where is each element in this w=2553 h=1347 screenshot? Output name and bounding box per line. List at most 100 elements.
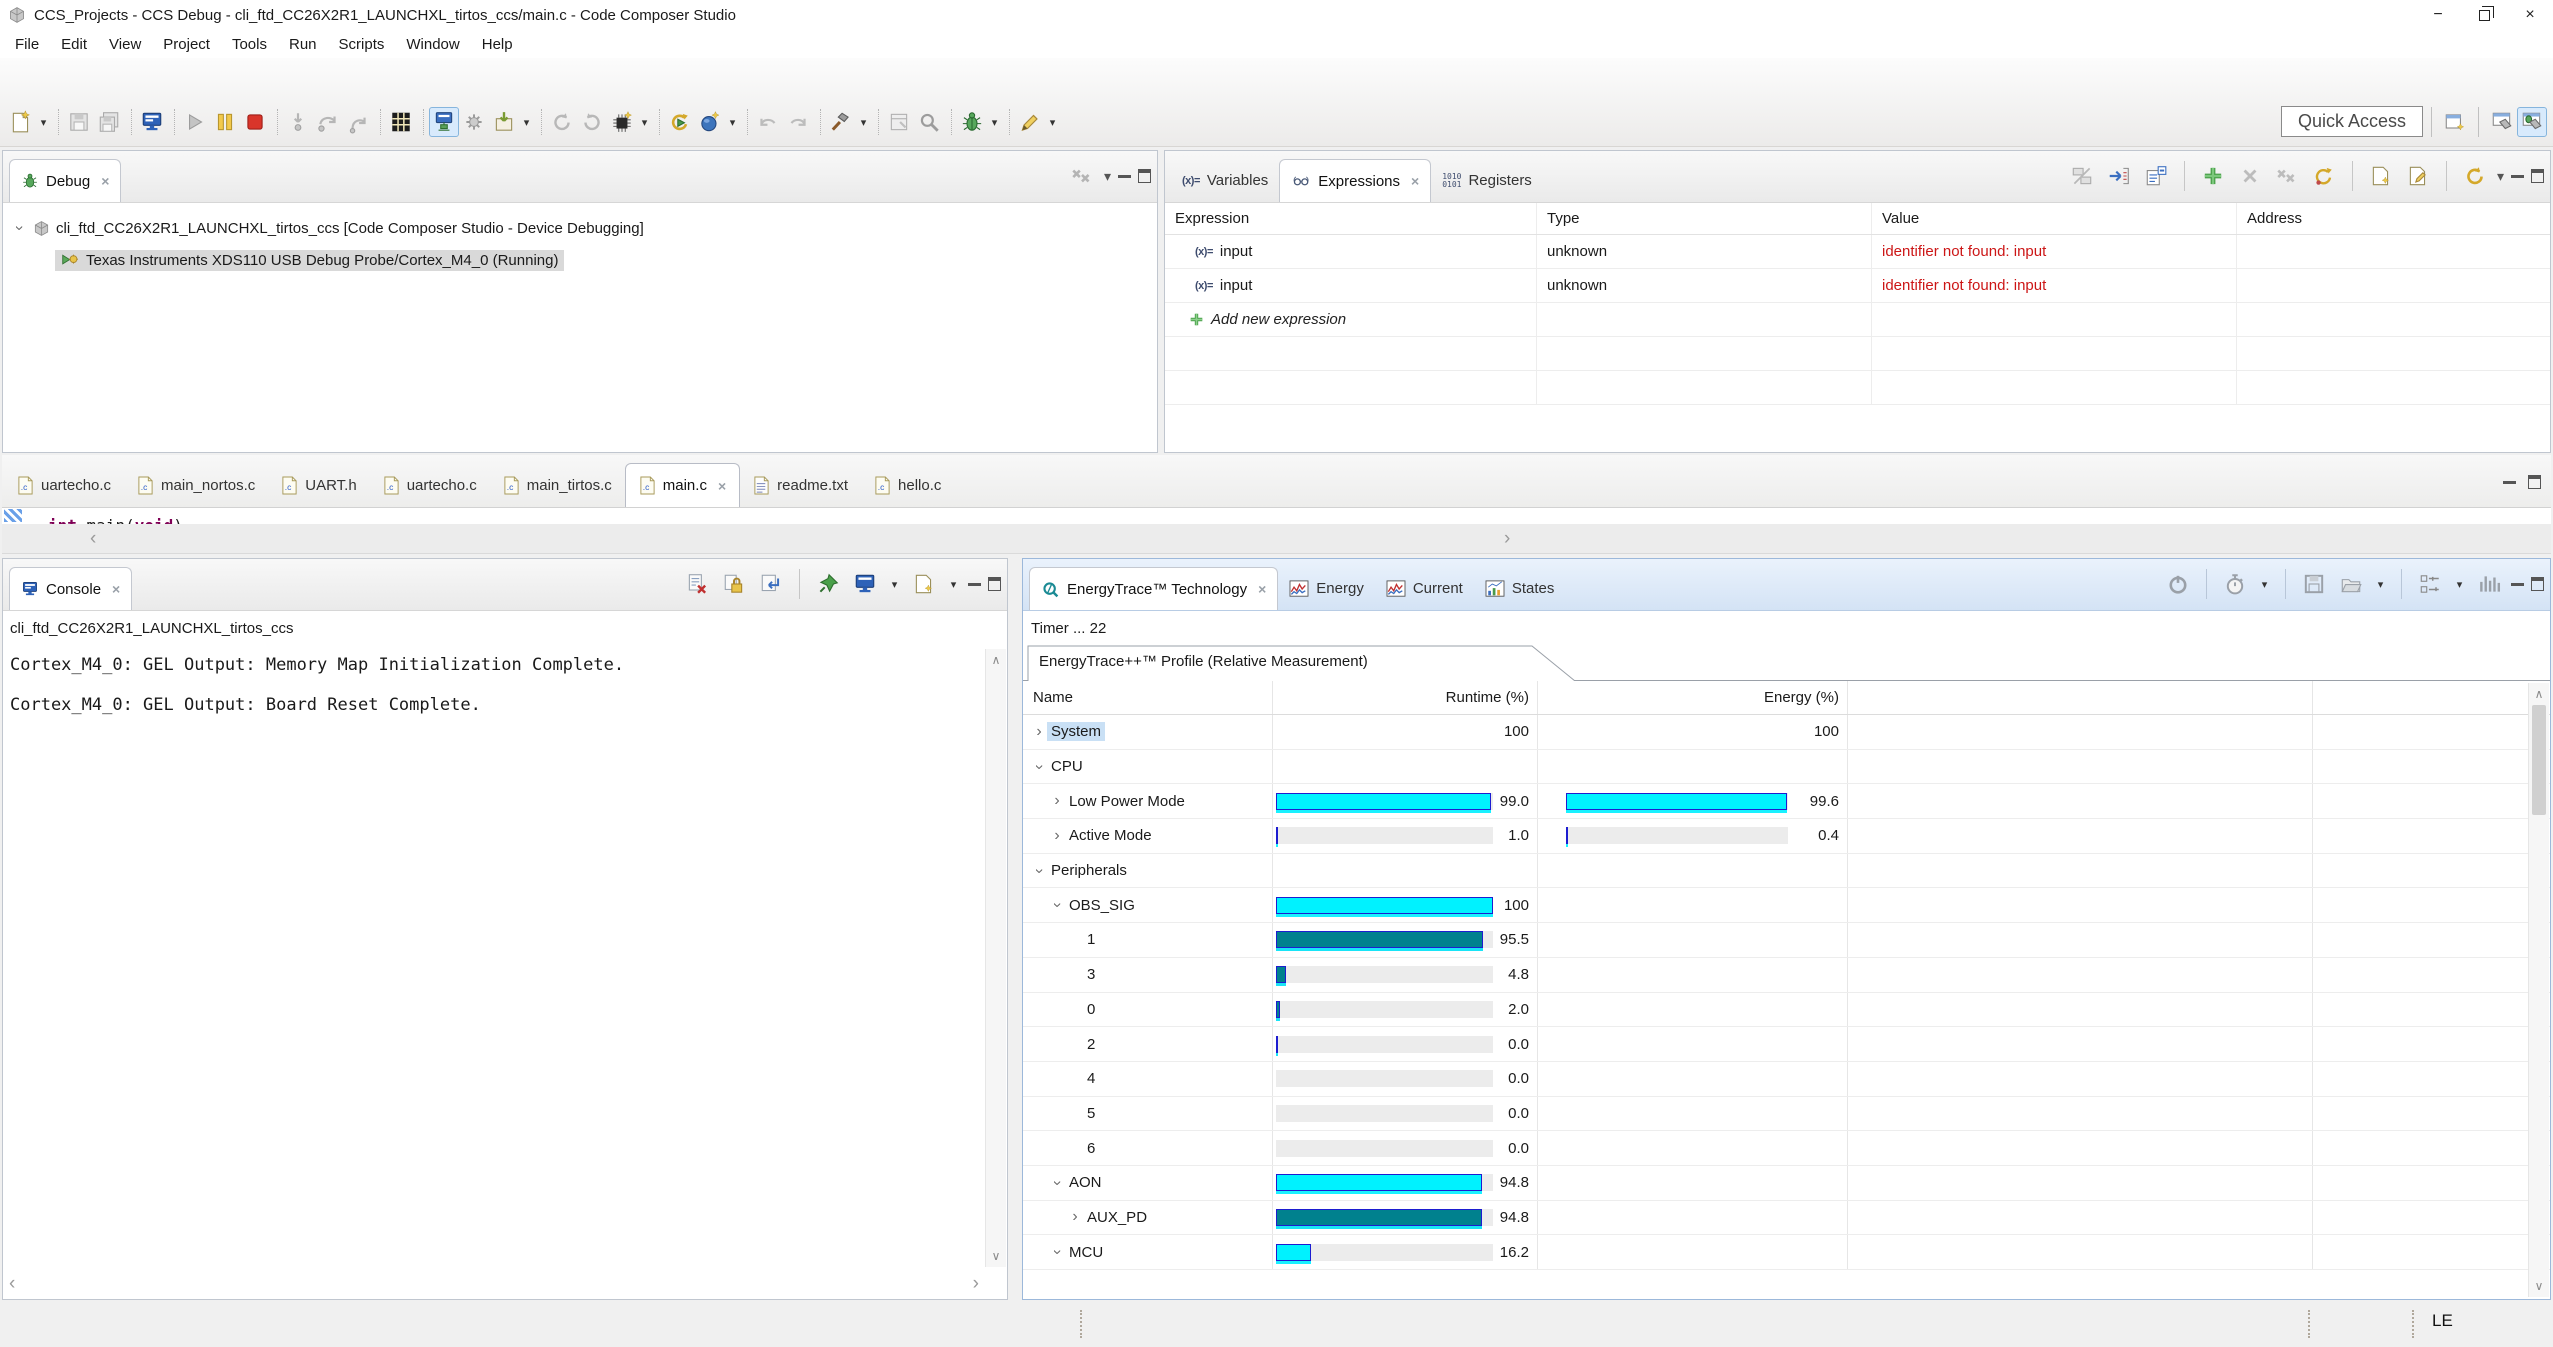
close-window-button[interactable]: × [2507, 0, 2553, 30]
profile-row[interactable]: ›AUX_PD 94.8 [1023, 1201, 2550, 1236]
search-button[interactable] [914, 107, 944, 137]
editor-tab[interactable]: .c main.c × [625, 463, 740, 507]
expander-icon[interactable]: › [1048, 1244, 1066, 1260]
refresh-values-icon[interactable] [2309, 161, 2339, 191]
add-expression-row[interactable]: Add new expression [1165, 303, 2550, 337]
reset-button[interactable] [577, 107, 607, 137]
debug-tree-root[interactable]: › cli_ftd_CC26X2R1_LAUNCHXL_tirtos_ccs [… [3, 213, 1157, 243]
maximize-editor-icon[interactable] [2528, 475, 2541, 489]
flash-button[interactable] [429, 107, 459, 137]
menu-item[interactable]: Window [395, 31, 470, 57]
console-horizontal-scrollbar[interactable]: ‹ › [5, 1271, 983, 1297]
profile-row[interactable]: 1 95.5 [1023, 923, 2550, 958]
menu-item[interactable]: Scripts [328, 31, 396, 57]
step-into-button[interactable] [283, 107, 313, 137]
expander-icon[interactable]: › [1031, 723, 1047, 741]
menu-item[interactable]: View [98, 31, 152, 57]
scroll-up-icon[interactable]: ∧ [986, 653, 1006, 667]
drag-handle[interactable] [2412, 1310, 2414, 1338]
close-icon[interactable]: × [718, 478, 726, 494]
preferences-dropdown[interactable]: ▾ [2452, 569, 2467, 599]
column-energy[interactable]: Energy (%) [1538, 681, 1848, 714]
new-file-dropdown[interactable]: ▾ [36, 107, 51, 137]
profile-row[interactable]: 5 0.0 [1023, 1097, 2550, 1132]
scroll-lock-icon[interactable] [719, 569, 749, 599]
minimize-panel-icon[interactable] [2511, 583, 2524, 586]
minimize-panel-icon[interactable] [2511, 175, 2524, 178]
remove-all-terminated-icon[interactable] [1067, 161, 1097, 191]
close-icon[interactable]: × [1258, 581, 1266, 597]
preferences-icon[interactable] [2415, 569, 2445, 599]
tab-console[interactable]: Console × [9, 567, 132, 610]
quick-access-button[interactable]: Quick Access [2281, 106, 2423, 137]
step-return-button[interactable] [343, 107, 373, 137]
save-all-button[interactable] [94, 107, 124, 137]
editor-tab[interactable]: .c main_tirtos.c [490, 463, 625, 507]
tab-debug[interactable]: Debug × [9, 159, 121, 202]
profile-row[interactable]: 6 0.0 [1023, 1131, 2550, 1166]
show-type-names-icon[interactable] [2067, 161, 2097, 191]
import-expressions-icon[interactable] [2104, 161, 2134, 191]
profile-row[interactable]: ›Low Power Mode 99.0 99.6 [1023, 784, 2550, 819]
restart-button[interactable] [547, 107, 577, 137]
remove-expression-icon[interactable] [2235, 161, 2265, 191]
editor-tab[interactable]: readme.txt [740, 463, 861, 507]
clear-console-icon[interactable] [682, 569, 712, 599]
editor-viewport[interactable]: int main(void) [2, 508, 2551, 524]
tab-energytrace[interactable]: EnergyTrace™ Technology × [1029, 567, 1278, 610]
build-dropdown[interactable]: ▾ [856, 107, 871, 137]
expander-icon[interactable]: › [1030, 759, 1048, 775]
minimize-panel-icon[interactable] [968, 583, 981, 586]
profile-row[interactable]: 0 2.0 [1023, 993, 2550, 1028]
profile-row[interactable]: ›CPU [1023, 750, 2550, 785]
console-vertical-scrollbar[interactable]: ∧ ∨ [985, 649, 1006, 1267]
close-icon[interactable]: × [101, 173, 109, 189]
editor-tab[interactable]: .c hello.c [861, 463, 954, 507]
new-file-button[interactable] [6, 107, 36, 137]
expander-icon[interactable]: › [1030, 863, 1048, 879]
column-address[interactable]: Address [2237, 203, 2550, 234]
expander-icon[interactable]: › [1048, 1175, 1066, 1191]
flash-settings-button[interactable] [1015, 107, 1045, 137]
new-project-button[interactable] [884, 107, 914, 137]
editor-tab[interactable]: .c uartecho.c [370, 463, 490, 507]
refresh-target-button[interactable] [665, 107, 695, 137]
load-program-button[interactable] [489, 107, 519, 137]
word-wrap-icon[interactable] [756, 569, 786, 599]
minimize-editor-icon[interactable] [2503, 481, 2516, 484]
menu-item[interactable]: Edit [50, 31, 98, 57]
build-button[interactable] [826, 107, 856, 137]
expression-row[interactable]: (x)=input unknown identifier not found: … [1165, 235, 2550, 269]
new-rendering-icon[interactable] [2366, 161, 2396, 191]
pin-console-icon[interactable] [813, 569, 843, 599]
expression-row[interactable]: (x)=input unknown identifier not found: … [1165, 269, 2550, 303]
drag-handle[interactable] [2308, 1310, 2310, 1338]
statistics-icon[interactable] [2474, 569, 2504, 599]
memory-browser-button[interactable] [386, 107, 416, 137]
ccs-edit-perspective-button[interactable] [2487, 107, 2517, 137]
debug-dropdown[interactable]: ▾ [987, 107, 1002, 137]
scroll-up-icon[interactable]: ∧ [2529, 687, 2549, 701]
maximize-panel-icon[interactable] [2531, 577, 2544, 591]
resume-button[interactable] [180, 107, 210, 137]
profile-tab[interactable]: EnergyTrace++™ Profile (Relative Measure… [1023, 645, 2550, 681]
forward-button[interactable] [783, 107, 813, 137]
scroll-down-icon[interactable]: ∨ [986, 1249, 1006, 1263]
save-button[interactable] [64, 107, 94, 137]
profile-row[interactable]: ›OBS_SIG 100 [1023, 888, 2550, 923]
expander-icon[interactable]: › [1048, 897, 1066, 913]
profile-button[interactable] [459, 107, 489, 137]
open-profile-icon[interactable] [2336, 569, 2366, 599]
scroll-left-icon[interactable]: ‹ [90, 524, 96, 553]
tab-current[interactable]: Current [1375, 567, 1474, 610]
restore-window-button[interactable] [2461, 0, 2507, 30]
scrollbar-thumb[interactable] [2532, 705, 2546, 815]
menu-item[interactable]: Tools [221, 31, 278, 57]
debug-tree-probe[interactable]: Texas Instruments XDS110 USB Debug Probe… [3, 245, 1157, 275]
maximize-panel-icon[interactable] [1138, 169, 1151, 183]
scroll-down-icon[interactable]: ∨ [2529, 1279, 2549, 1293]
profile-vertical-scrollbar[interactable]: ∧ ∨ [2528, 683, 2549, 1297]
editor-horizontal-scrollbar[interactable]: ‹ › [2, 524, 2551, 554]
display-console-icon[interactable] [850, 569, 880, 599]
expander-icon[interactable]: › [1049, 792, 1065, 810]
